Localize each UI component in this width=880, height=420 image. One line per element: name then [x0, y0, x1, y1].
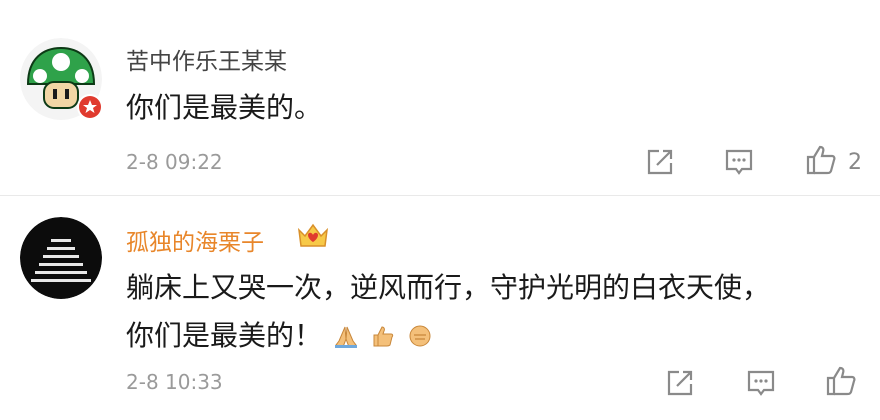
fist-emoji-icon [407, 323, 433, 349]
reply-button[interactable] [722, 145, 756, 179]
vip-crown-icon [296, 220, 330, 250]
comment-time: 2-8 09:22 [126, 150, 223, 174]
comment-item: 孤独的海栗子 躺床上又哭一次，逆风而行，守护光明的白衣天使， 你们是最美的！ 2… [0, 196, 880, 420]
share-icon [667, 370, 693, 396]
thumbs-up-emoji-icon [370, 323, 396, 349]
share-icon [647, 149, 673, 175]
user-avatar[interactable] [20, 217, 102, 299]
like-count: 2 [848, 150, 862, 175]
share-button[interactable] [643, 145, 677, 179]
thumbs-up-icon [806, 145, 836, 175]
comment-icon [725, 149, 753, 175]
comment-icon [747, 370, 775, 396]
like-button[interactable] [804, 143, 838, 177]
reply-button[interactable] [744, 366, 778, 400]
comment-text: 你们是最美的。 [126, 91, 323, 124]
comment-text-line2: 你们是最美的！ [126, 314, 433, 354]
comment-time: 2-8 10:33 [126, 370, 223, 394]
comment-text: 你们是最美的！ [126, 319, 323, 352]
like-button[interactable] [824, 364, 858, 398]
thumbs-up-icon [826, 366, 856, 396]
comment-text: 躺床上又哭一次，逆风而行，守护光明的白衣天使， [126, 271, 771, 304]
share-button[interactable] [663, 366, 697, 400]
comment-username[interactable]: 苦中作乐王某某 [126, 42, 287, 76]
verified-badge-icon [76, 93, 104, 121]
comment-item: 苦中作乐王某某 你们是最美的。 2-8 09:22 2 [0, 0, 880, 196]
pray-emoji-icon [333, 323, 359, 349]
comment-username[interactable]: 孤独的海栗子 [126, 223, 264, 257]
stairs-avatar-icon [20, 217, 102, 299]
